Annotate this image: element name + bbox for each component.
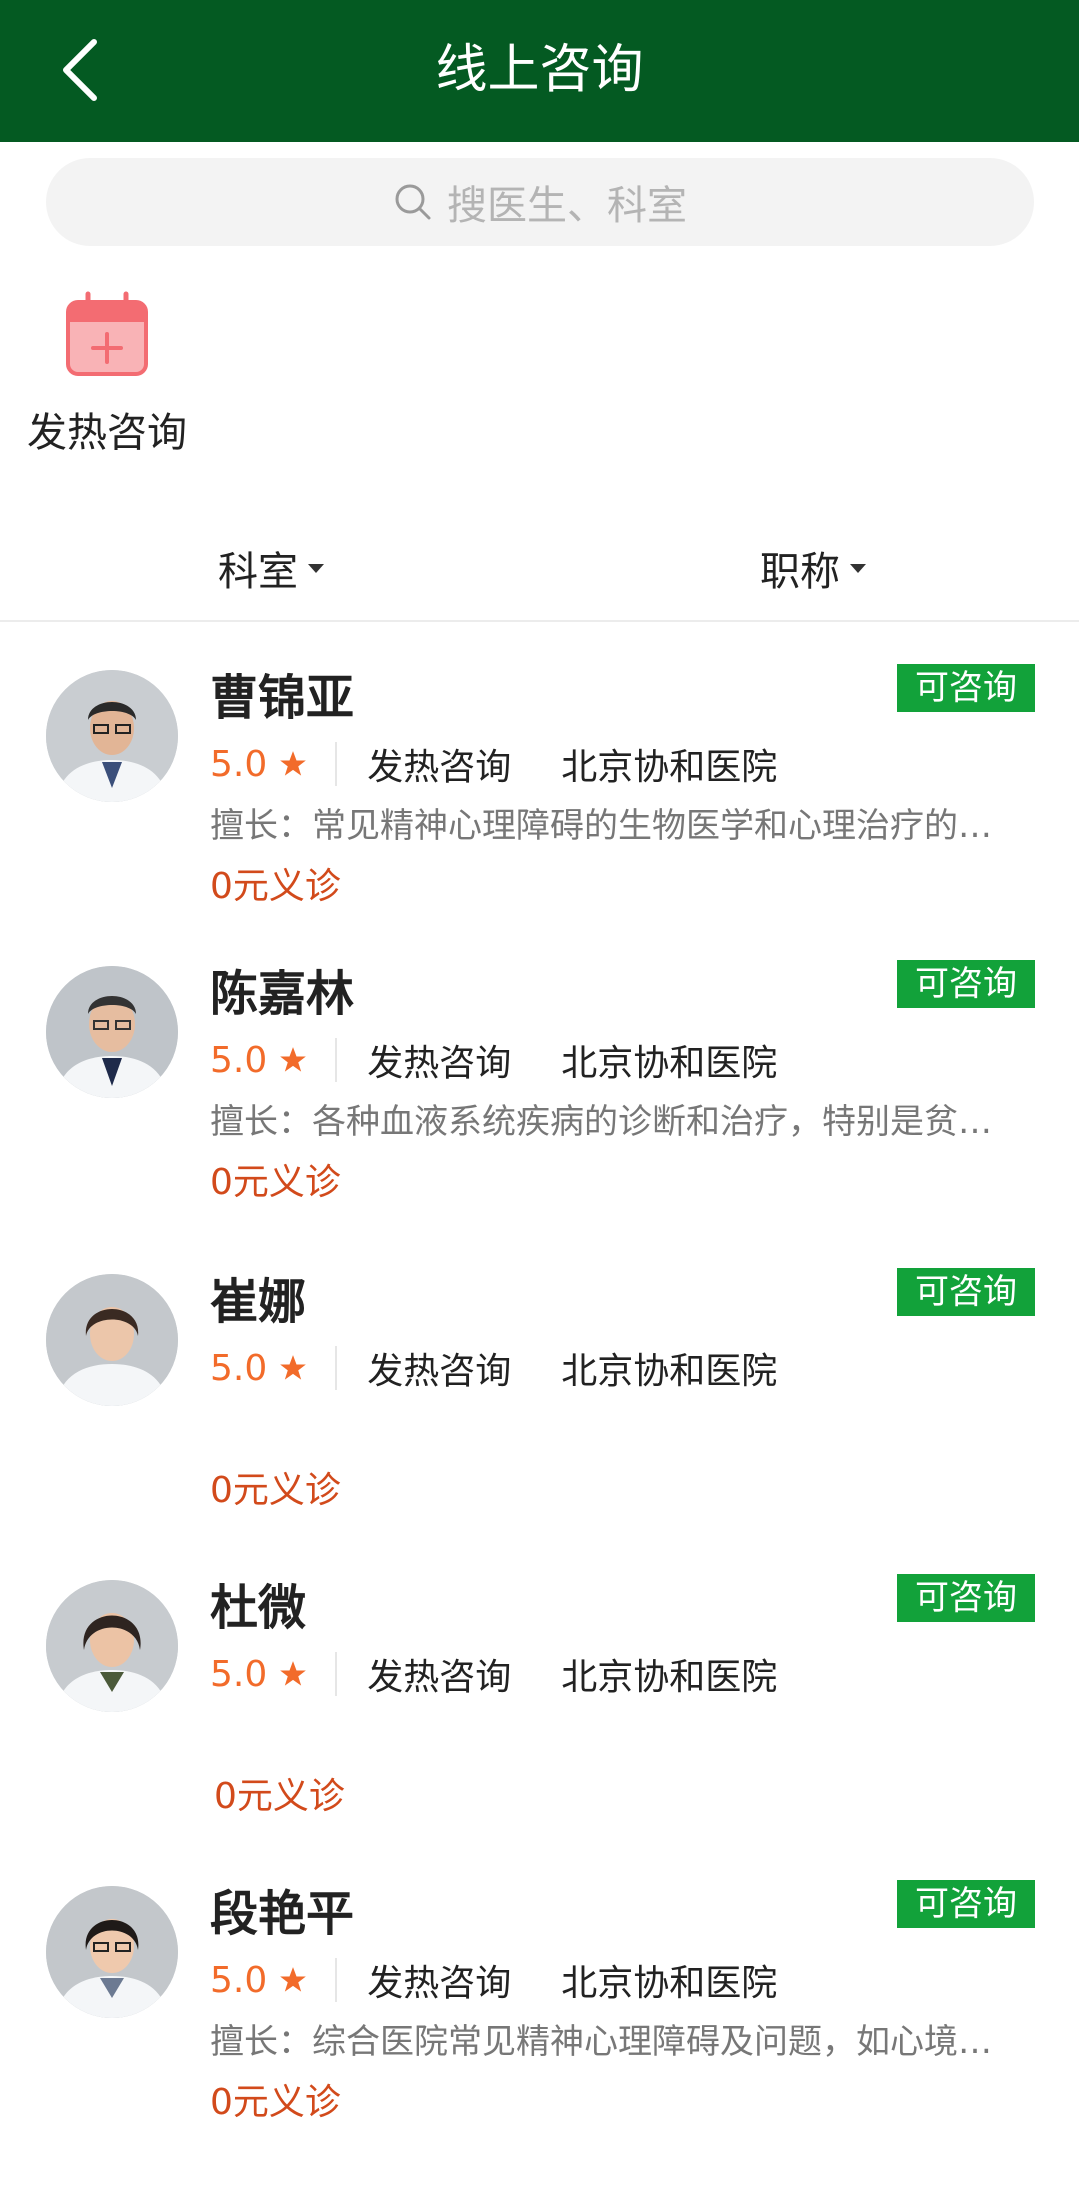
meta-divider: [335, 1652, 338, 1696]
doctor-hospital: 北京协和医院: [561, 1043, 778, 1084]
doctor-rating: 5.0: [210, 1653, 268, 1695]
star-icon: [280, 1661, 307, 1686]
meta-divider: [335, 1346, 338, 1390]
star-icon: [280, 1967, 307, 1992]
doctor-hospital: 北京协和医院: [561, 1963, 778, 2004]
doctor-meta: 5.0 发热咨询 北京协和医院: [210, 1956, 1050, 2004]
doctor-card[interactable]: 段艳平 可咨询 5.0 发热咨询 北京协和医院 擅长：综合医院常见精神心理障碍及…: [0, 1876, 1079, 2176]
search-input[interactable]: 搜医生、科室: [46, 158, 1034, 246]
doctor-rating: 5.0: [210, 1039, 268, 1081]
doctor-card[interactable]: 杜微 可咨询 5.0 发热咨询 北京协和医院 0元义诊: [0, 1570, 1079, 1870]
fever-consult-entry[interactable]: 发热咨询: [14, 280, 200, 460]
consult-available-badge[interactable]: 可咨询: [897, 960, 1035, 1008]
title-filter[interactable]: 职称: [760, 538, 866, 598]
doctor-card[interactable]: 陈嘉林 可咨询 5.0 发热咨询 北京协和医院 擅长：各种血液系统疾病的诊断和治…: [0, 956, 1079, 1256]
doctor-specialty: 擅长：综合医院常见精神心理障碍及问题，如心境…: [210, 2022, 992, 2062]
meta-divider: [335, 1038, 338, 1082]
doctor-meta: 5.0 发热咨询 北京协和医院: [210, 740, 1050, 788]
doctor-rating: 5.0: [210, 743, 268, 785]
doctor-hospital: 北京协和医院: [561, 747, 778, 788]
doctor-meta: 5.0 发热咨询 北京协和医院: [210, 1036, 1050, 1084]
doctor-card[interactable]: 曹锦亚 可咨询 5.0 发热咨询 北京协和医院 擅长：常见精神心理障碍的生物医学…: [0, 660, 1079, 960]
star-icon: [280, 751, 307, 776]
doctor-avatar: [46, 670, 178, 802]
doctor-name: 段艳平: [210, 1886, 355, 1942]
doctor-meta: 5.0 发热咨询 北京协和医院: [210, 1344, 1050, 1392]
calendar-plus-icon: [66, 291, 148, 376]
doctor-rating: 5.0: [210, 1347, 268, 1389]
filter-bar: 科室 职称: [0, 520, 1079, 622]
doctor-avatar: [46, 1886, 178, 2018]
consult-available-badge[interactable]: 可咨询: [897, 1880, 1035, 1928]
doctor-price: 0元义诊: [214, 1776, 345, 1817]
doctor-price: 0元义诊: [210, 1162, 341, 1203]
top-app-bar: 线上咨询: [0, 0, 1079, 142]
doctor-name: 陈嘉林: [210, 966, 355, 1022]
consult-available-badge[interactable]: 可咨询: [897, 1268, 1035, 1316]
star-icon: [280, 1047, 307, 1072]
doctor-department: 发热咨询: [367, 1043, 512, 1084]
doctor-card[interactable]: 崔娜 可咨询 5.0 发热咨询 北京协和医院 0元义诊: [0, 1264, 1079, 1564]
star-icon: [280, 1355, 307, 1380]
doctor-department: 发热咨询: [367, 1963, 512, 2004]
doctor-name: 杜微: [210, 1580, 307, 1636]
doctor-avatar: [46, 966, 178, 1098]
doctor-department: 发热咨询: [367, 1657, 512, 1698]
doctor-name: 崔娜: [210, 1274, 307, 1330]
doctor-department: 发热咨询: [367, 1351, 512, 1392]
page-title: 线上咨询: [435, 40, 644, 100]
consult-available-badge[interactable]: 可咨询: [897, 1574, 1035, 1622]
doctor-specialty: 擅长：常见精神心理障碍的生物医学和心理治疗的…: [210, 806, 992, 846]
search-icon: [395, 184, 431, 220]
title-filter-label: 职称: [760, 549, 840, 595]
doctor-price: 0元义诊: [210, 2082, 341, 2123]
doctor-department: 发热咨询: [367, 747, 512, 788]
doctor-name: 曹锦亚: [210, 670, 355, 726]
doctor-hospital: 北京协和医院: [561, 1657, 778, 1698]
department-filter[interactable]: 科室: [218, 538, 324, 598]
doctor-price: 0元义诊: [210, 866, 341, 907]
doctor-rating: 5.0: [210, 1959, 268, 2001]
caret-down-icon: [308, 563, 324, 573]
meta-divider: [335, 742, 338, 786]
consult-available-badge[interactable]: 可咨询: [897, 664, 1035, 712]
doctor-price: 0元义诊: [210, 1470, 341, 1511]
caret-down-icon: [850, 563, 866, 573]
doctor-meta: 5.0 发热咨询 北京协和医院: [210, 1650, 1050, 1698]
doctor-specialty: 擅长：各种血液系统疾病的诊断和治疗，特别是贫…: [210, 1102, 992, 1142]
doctor-avatar: [46, 1580, 178, 1712]
doctor-hospital: 北京协和医院: [561, 1351, 778, 1392]
search-placeholder: 搜医生、科室: [447, 183, 687, 229]
department-filter-label: 科室: [218, 549, 298, 595]
quick-entry-label: 发热咨询: [27, 410, 187, 456]
meta-divider: [335, 1958, 338, 2002]
doctor-avatar: [46, 1274, 178, 1406]
